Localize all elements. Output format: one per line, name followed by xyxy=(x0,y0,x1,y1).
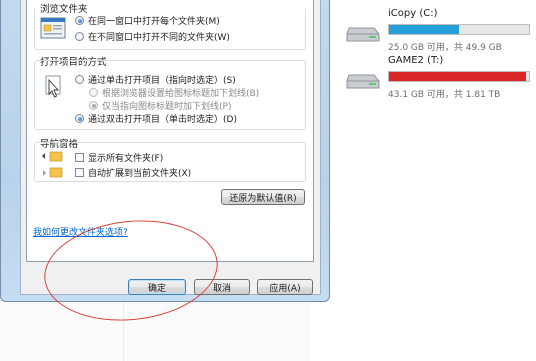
radio-unselected xyxy=(89,88,98,97)
window-icon xyxy=(40,17,66,39)
radio-unselected xyxy=(75,32,84,41)
option-label: 显示所有文件夹(F) xyxy=(88,154,164,164)
drive-name: iCopy (C:) xyxy=(388,8,438,19)
hard-drive-icon xyxy=(346,27,380,42)
hard-drive-icon xyxy=(346,74,380,89)
drive-item[interactable]: GAME2 (T:) 43.1 GB 可用，共 1.81 TB xyxy=(346,55,531,103)
checkbox-unchecked xyxy=(75,153,84,162)
drive-usage-fill xyxy=(389,72,526,81)
option-label: 通过单击打开项目（指向时选定）(S) xyxy=(88,76,236,86)
double-click-radio[interactable]: 通过双击打开项目（单击时选定）(D) xyxy=(75,112,237,125)
drive-name: GAME2 (T:) xyxy=(388,55,444,66)
radio-selected xyxy=(89,101,98,110)
underline-hover-radio[interactable]: 仅当指向图标标题时加下划线(P) xyxy=(89,99,231,112)
radio-selected xyxy=(75,16,84,25)
checkbox-unchecked xyxy=(75,168,84,177)
drive-item[interactable]: iCopy (C:) 25.0 GB 可用，共 49.9 GB xyxy=(346,8,531,56)
radio-selected xyxy=(75,114,84,123)
drive-size-text: 25.0 GB 可用，共 49.9 GB xyxy=(388,43,502,53)
folder-tree-icon xyxy=(42,151,63,178)
option-label: 在同一窗口中打开每个文件夹(M) xyxy=(88,17,220,27)
browse-new-window-radio[interactable]: 在不同窗口中打开不同的文件夹(W) xyxy=(75,30,230,43)
radio-unselected xyxy=(75,75,84,84)
pointer-icon xyxy=(45,75,61,98)
option-label: 通过双击打开项目（单击时选定）(D) xyxy=(88,115,237,125)
option-label: 仅当指向图标标题时加下划线(P) xyxy=(102,102,232,112)
underline-browser-radio[interactable]: 根据浏览器设置给图标标题加下划线(B) xyxy=(89,86,259,99)
drive-usage-bar xyxy=(388,24,530,35)
drive-size-text: 43.1 GB 可用，共 1.81 TB xyxy=(388,90,501,100)
drive-usage-bar xyxy=(388,71,530,82)
option-label: 在不同窗口中打开不同的文件夹(W) xyxy=(88,33,230,43)
show-all-folders-checkbox[interactable]: 显示所有文件夹(F) xyxy=(75,151,163,164)
drive-usage-fill xyxy=(389,25,459,34)
browse-same-window-radio[interactable]: 在同一窗口中打开每个文件夹(M) xyxy=(75,14,220,27)
auto-expand-checkbox[interactable]: 自动扩展到当前文件夹(X) xyxy=(75,166,191,179)
option-label: 自动扩展到当前文件夹(X) xyxy=(88,169,192,179)
apply-button[interactable]: 应用(A) xyxy=(257,279,313,295)
option-label: 根据浏览器设置给图标标题加下划线(B) xyxy=(102,89,260,99)
restore-defaults-button[interactable]: 还原为默认值(R) xyxy=(221,189,305,205)
single-click-radio[interactable]: 通过单击打开项目（指向时选定）(S) xyxy=(75,73,236,86)
